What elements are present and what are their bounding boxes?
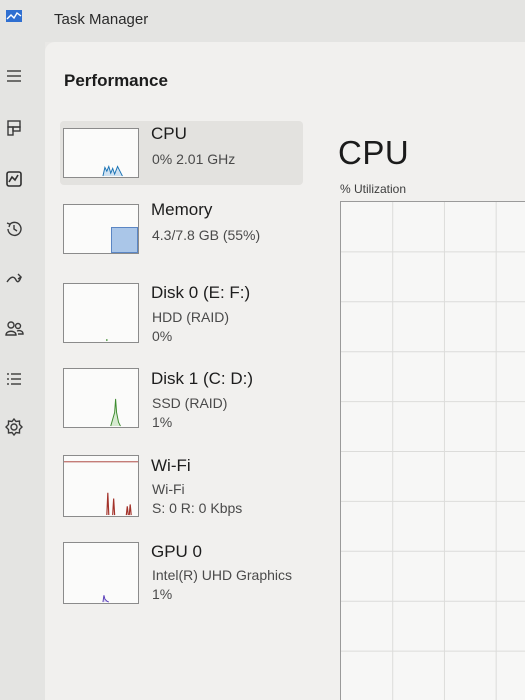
resource-detail: Wi-Fi [152, 481, 185, 497]
resource-item-cpu[interactable]: CPU 0% 2.01 GHz [60, 121, 303, 185]
hamburger-menu-icon[interactable] [3, 65, 25, 87]
users-icon[interactable] [3, 318, 25, 340]
resource-item-disk-1[interactable]: Disk 1 (C: D:) SSD (RAID) 1% [60, 358, 303, 430]
resource-usage: 1% [152, 586, 173, 602]
resource-detail: SSD (RAID) [152, 395, 228, 411]
detail-pane: CPU % Utilization [320, 114, 525, 700]
resource-item-disk-0[interactable]: Disk 0 (E: F:) HDD (RAID) 0% [60, 272, 303, 344]
graph-grid [341, 202, 525, 700]
resource-name: Disk 1 (C: D:) [151, 369, 253, 388]
processes-icon[interactable] [3, 117, 25, 139]
resource-detail: Intel(R) UHD Graphics [152, 567, 293, 583]
resource-name: GPU 0 [151, 542, 203, 561]
resource-name: Disk 0 (E: F:) [151, 283, 251, 302]
resource-throughput: S: 0 R: 0 Kbps [152, 500, 243, 516]
details-icon[interactable] [3, 368, 25, 390]
resource-usage: 0% [152, 328, 173, 344]
memory-thumbnail-graph [63, 204, 139, 254]
performance-page: Performance CPU 0% 2.01 GHz Memory 4.3/7… [45, 42, 525, 700]
resource-name: Memory [151, 200, 213, 219]
resource-item-wifi[interactable]: Wi-Fi Wi-Fi S: 0 R: 0 Kbps [60, 444, 303, 517]
sidebar [0, 42, 45, 700]
resource-name: Wi-Fi [151, 456, 191, 475]
app-history-icon[interactable] [3, 218, 25, 240]
title-bar: Task Manager [0, 0, 525, 42]
startup-apps-icon[interactable] [3, 268, 25, 290]
resource-detail: 0% 2.01 GHz [152, 151, 236, 167]
disk-1-thumbnail-graph [63, 368, 139, 428]
window-title: Task Manager [54, 11, 149, 28]
resource-detail: HDD (RAID) [152, 309, 229, 325]
page-title: Performance [64, 71, 168, 90]
gpu-0-thumbnail-graph [63, 542, 139, 604]
cpu-thumbnail-graph [63, 128, 139, 178]
detail-title: CPU [338, 134, 410, 171]
resource-detail: 4.3/7.8 GB (55%) [152, 227, 261, 243]
performance-icon[interactable] [3, 168, 25, 190]
resource-list: CPU 0% 2.01 GHz Memory 4.3/7.8 GB (55%) … [45, 114, 320, 700]
memory-usage-fill [111, 226, 138, 253]
resource-item-memory[interactable]: Memory 4.3/7.8 GB (55%) [60, 197, 303, 261]
resource-item-gpu-0[interactable]: GPU 0 Intel(R) UHD Graphics 1% [60, 530, 303, 604]
disk-0-thumbnail-graph [63, 283, 139, 343]
utilization-label: % Utilization [340, 182, 407, 196]
cpu-utilization-graph [340, 201, 525, 700]
task-manager-logo-icon [6, 9, 22, 22]
services-icon[interactable] [3, 416, 25, 438]
wifi-thumbnail-graph [63, 455, 139, 517]
resource-usage: 1% [152, 414, 173, 430]
resource-name: CPU [151, 124, 187, 143]
